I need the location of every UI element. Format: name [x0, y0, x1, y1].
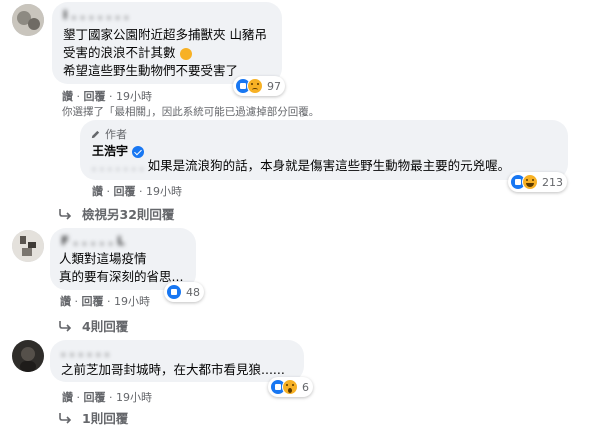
comment-actions: 讚 · 回覆 · 19小時: [60, 295, 150, 308]
reply-button[interactable]: 回覆: [82, 295, 104, 308]
timestamp[interactable]: 19小時: [114, 295, 150, 308]
pen-icon: [91, 130, 100, 138]
reaction-summary[interactable]: 6: [268, 377, 313, 397]
commenter-name[interactable]: F . . . . . L: [61, 234, 125, 248]
avatar[interactable]: [12, 4, 44, 36]
comment-text: 人類對這場疫情 真的要有深刻的省思...: [59, 251, 184, 284]
like-button[interactable]: 讚: [92, 185, 103, 198]
timestamp[interactable]: 19小時: [146, 185, 182, 198]
timestamp[interactable]: 19小時: [116, 391, 152, 404]
view-more-replies-link[interactable]: 檢視另32則回覆: [58, 204, 174, 223]
comment-bubble: . . . . . . 之前芝加哥封城時，在大都市看見狼......: [50, 340, 304, 382]
reaction-summary[interactable]: 97: [233, 76, 285, 96]
like-button[interactable]: 讚: [60, 295, 71, 308]
mentioned-user[interactable]: . . . . . . .: [92, 157, 144, 175]
reply-button[interactable]: 回覆: [84, 90, 106, 103]
view-replies-link[interactable]: 1則回覆: [58, 408, 128, 427]
comment-text: 之前芝加哥封城時，在大都市看見狼......: [61, 362, 285, 377]
author-badge: 作者: [90, 126, 127, 142]
sad-emoji-icon: [179, 47, 192, 60]
reaction-summary[interactable]: 48: [164, 282, 204, 302]
verified-badge-icon: [132, 145, 145, 158]
reply-button[interactable]: 回覆: [84, 391, 106, 404]
sad-icon: [247, 78, 263, 94]
comment-bubble: I . . . . . . . 墾丁國家公園附近超多捕獸夾 山豬吊 受害的浪浪不…: [52, 2, 282, 84]
wow-icon: [282, 379, 298, 395]
comment-actions: 讚 · 回覆 · 19小時: [62, 391, 152, 404]
reply-button[interactable]: 回覆: [114, 185, 136, 198]
avatar[interactable]: [12, 340, 44, 372]
haha-icon: [522, 174, 538, 190]
timestamp[interactable]: 19小時: [116, 90, 152, 103]
like-icon: [166, 284, 182, 300]
commenter-name[interactable]: . . . . . .: [61, 345, 109, 359]
like-button[interactable]: 讚: [62, 90, 73, 103]
reply-arrow-icon: [58, 320, 74, 332]
avatar[interactable]: [12, 230, 44, 262]
filter-note: 你選擇了「最相關」，因此系統可能已過濾掉部分回覆。: [62, 106, 320, 118]
comment-actions: 讚 · 回覆 · 19小時: [62, 90, 152, 103]
view-replies-link[interactable]: 4則回覆: [58, 316, 128, 335]
reply-arrow-icon: [58, 208, 74, 220]
author-reply-text: . . . . . . . 如果是流浪狗的話，本身就是傷害這些野生動物最主要的元…: [92, 157, 511, 175]
commenter-name[interactable]: I . . . . . . .: [63, 8, 129, 22]
reply-arrow-icon: [58, 412, 74, 424]
comment-actions: 讚 · 回覆 · 19小時: [92, 185, 182, 198]
comment-text: 墾丁國家公園附近超多捕獸夾 山豬吊 受害的浪浪不計其數 希望這些野生動物們不要受…: [63, 27, 267, 78]
comment-bubble: F . . . . . L 人類對這場疫情 真的要有深刻的省思...: [50, 228, 196, 290]
like-button[interactable]: 讚: [62, 391, 73, 404]
reaction-summary[interactable]: 213: [508, 172, 567, 192]
